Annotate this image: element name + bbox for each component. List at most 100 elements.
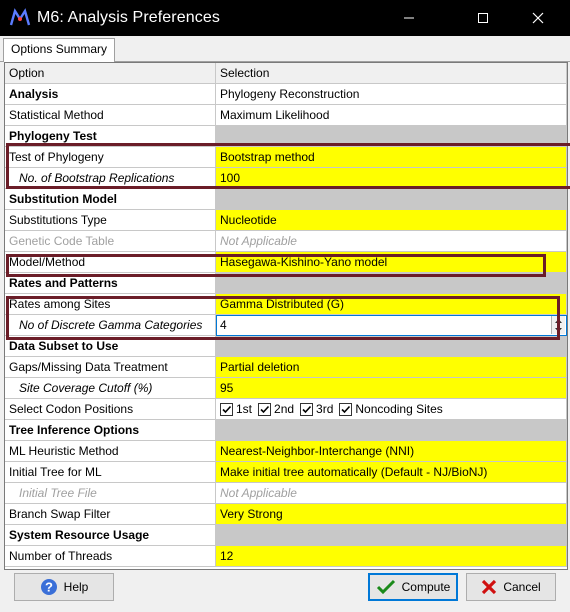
codon-label-3rd: 3rd <box>316 402 334 416</box>
row-ml-heuristic-method[interactable]: ML Heuristic Method Nearest-Neighbor-Inte… <box>5 441 567 462</box>
codon-checkbox-1st[interactable]: 1st <box>220 399 252 419</box>
selection-substitutions-type[interactable]: Nucleotide <box>216 210 567 231</box>
cancel-x-icon <box>482 579 497 595</box>
codon-checkbox-3rd[interactable]: 3rd <box>300 399 333 419</box>
maximize-button[interactable] <box>460 0 506 36</box>
help-button[interactable]: ? Help <box>14 573 114 601</box>
row-initial-tree-file: Initial Tree File Not Applicable <box>5 483 567 504</box>
selection-analysis: Phylogeny Reconstruction <box>216 84 567 105</box>
selection-gaps-missing-data-treatment[interactable]: Partial deletion <box>216 357 567 378</box>
selection-value-ml-heuristic-method: Nearest-Neighbor-Interchange (NNI) <box>220 444 415 458</box>
option-label-data-subset-to-use: Data Subset to Use <box>5 336 216 357</box>
row-test-of-phylogeny[interactable]: Test of Phylogeny Bootstrap method <box>5 147 567 168</box>
selection-tree-inference-options <box>216 420 567 441</box>
selection-no-of-bootstrap-replications[interactable]: 100 <box>216 168 567 189</box>
selection-value-number-of-threads: 12 <box>220 549 234 563</box>
selection-value-analysis: Phylogeny Reconstruction <box>220 87 360 101</box>
row-statistical-method[interactable]: Statistical Method Maximum Likelihood <box>5 105 567 126</box>
close-button[interactable] <box>515 0 561 36</box>
option-label-ml-heuristic-method: ML Heuristic Method <box>5 441 216 462</box>
option-label-rates-among-sites: Rates among Sites <box>5 294 216 315</box>
row-rates-and-patterns: Rates and Patterns <box>5 273 567 294</box>
selection-no-of-discrete-gamma-categories[interactable]: 4 <box>216 315 567 336</box>
options-grid[interactable]: Option Selection Analysis Phylogeny Reconst… <box>4 62 570 570</box>
checkmark-icon <box>376 579 395 595</box>
codon-checkbox-noncoding-sites[interactable]: Noncoding Sites <box>339 399 443 419</box>
minimize-icon <box>404 17 414 19</box>
title-bar[interactable]: M6: Analysis Preferences <box>0 0 570 36</box>
codon-label-2nd: 2nd <box>274 402 295 416</box>
option-label-gaps-missing-data-treatment: Gaps/Missing Data Treatment <box>5 357 216 378</box>
compute-label: Compute <box>401 580 451 594</box>
selection-value-initial-tree-for-ml: Make initial tree automatically (Default… <box>220 465 488 479</box>
row-branch-swap-filter[interactable]: Branch Swap Filter Very Strong <box>5 504 567 525</box>
close-icon <box>532 12 544 24</box>
option-label-tree-inference-options: Tree Inference Options <box>5 420 216 441</box>
cancel-button[interactable]: Cancel <box>466 573 556 601</box>
minimize-button[interactable] <box>386 0 432 36</box>
row-phylogeny-test: Phylogeny Test <box>5 126 567 147</box>
selection-value-statistical-method: Maximum Likelihood <box>220 108 330 122</box>
mega-app-icon <box>9 8 31 26</box>
codon-checkbox-2nd[interactable]: 2nd <box>258 399 294 419</box>
row-gaps-missing-data-treatment[interactable]: Gaps/Missing Data Treatment Partial delet… <box>5 357 567 378</box>
option-label-initial-tree-file: Initial Tree File <box>5 483 216 504</box>
selection-site-coverage-cutoff[interactable]: 95 <box>216 378 567 399</box>
option-label-select-codon-positions: Select Codon Positions <box>5 399 216 420</box>
spin-buttons[interactable] <box>551 316 565 334</box>
selection-phylogeny-test <box>216 126 567 147</box>
selection-genetic-code-table: Not Applicable <box>216 231 567 252</box>
selection-value-no-of-discrete-gamma-categories: 4 <box>220 318 227 332</box>
row-initial-tree-for-ml[interactable]: Initial Tree for ML Make initial tree aut… <box>5 462 567 483</box>
selection-ml-heuristic-method[interactable]: Nearest-Neighbor-Interchange (NNI) <box>216 441 567 462</box>
option-label-rates-and-patterns: Rates and Patterns <box>5 273 216 294</box>
option-label-genetic-code-table: Genetic Code Table <box>5 231 216 252</box>
grid-header-row: Option Selection <box>5 63 567 84</box>
row-rates-among-sites[interactable]: Rates among Sites Gamma Distributed (G) <box>5 294 567 315</box>
selection-value-gaps-missing-data-treatment: Partial deletion <box>220 360 300 374</box>
checkbox-check-icon <box>258 402 272 416</box>
help-label: Help <box>63 580 89 594</box>
row-site-coverage-cutoff[interactable]: Site Coverage Cutoff (%) 95 <box>5 378 567 399</box>
selection-substitution-model <box>216 189 567 210</box>
selection-branch-swap-filter[interactable]: Very Strong <box>216 504 567 525</box>
selection-model-method[interactable]: Hasegawa-Kishino-Yano model <box>216 252 567 273</box>
selection-test-of-phylogeny[interactable]: Bootstrap method <box>216 147 567 168</box>
row-no-of-bootstrap-replications[interactable]: No. of Bootstrap Replications 100 <box>5 168 567 189</box>
maximize-icon <box>478 13 488 23</box>
option-label-statistical-method: Statistical Method <box>5 105 216 126</box>
checkbox-check-icon <box>220 402 233 416</box>
row-model-method[interactable]: Model/Method Hasegawa-Kishino-Yano model <box>5 252 567 273</box>
selection-select-codon-positions[interactable]: 1st 2nd 3rd Noncoding Sites <box>216 399 567 420</box>
selection-value-model-method: Hasegawa-Kishino-Yano model <box>220 255 388 269</box>
option-label-model-method: Model/Method <box>5 252 216 273</box>
selection-value-rates-among-sites: Gamma Distributed (G) <box>220 297 345 311</box>
selection-value-substitutions-type: Nucleotide <box>220 213 277 227</box>
codon-label-noncoding-sites: Noncoding Sites <box>355 402 443 416</box>
spin-down-icon[interactable] <box>552 325 565 334</box>
selection-rates-among-sites[interactable]: Gamma Distributed (G) <box>216 294 567 315</box>
selection-system-resource-usage <box>216 525 567 546</box>
row-select-codon-positions[interactable]: Select Codon Positions 1st 2nd 3rd Noncoding… <box>5 399 567 420</box>
compute-button[interactable]: Compute <box>368 573 458 601</box>
row-system-resource-usage: System Resource Usage <box>5 525 567 546</box>
option-label-substitution-model: Substitution Model <box>5 189 216 210</box>
option-label-test-of-phylogeny: Test of Phylogeny <box>5 147 216 168</box>
option-label-no-of-discrete-gamma-categories: No of Discrete Gamma Categories <box>5 315 216 336</box>
tab-options-summary[interactable]: Options Summary <box>3 38 116 62</box>
row-substitutions-type[interactable]: Substitutions Type Nucleotide <box>5 210 567 231</box>
selection-value-no-of-bootstrap-replications: 100 <box>220 171 241 185</box>
row-tree-inference-options: Tree Inference Options <box>5 420 567 441</box>
checkbox-check-icon <box>339 402 353 416</box>
selection-initial-tree-file: Not Applicable <box>216 483 567 504</box>
row-no-of-discrete-gamma-categories[interactable]: No of Discrete Gamma Categories 4 <box>5 315 567 336</box>
selection-statistical-method: Maximum Likelihood <box>216 105 567 126</box>
checkbox-check-icon <box>300 402 314 416</box>
row-number-of-threads[interactable]: Number of Threads 12 <box>5 546 567 567</box>
spin-up-icon[interactable] <box>552 316 565 325</box>
selection-rates-and-patterns <box>216 273 567 294</box>
option-label-phylogeny-test: Phylogeny Test <box>5 126 216 147</box>
selection-number-of-threads[interactable]: 12 <box>216 546 567 567</box>
selection-value-initial-tree-file: Not Applicable <box>220 486 297 500</box>
selection-initial-tree-for-ml[interactable]: Make initial tree automatically (Default… <box>216 462 567 483</box>
